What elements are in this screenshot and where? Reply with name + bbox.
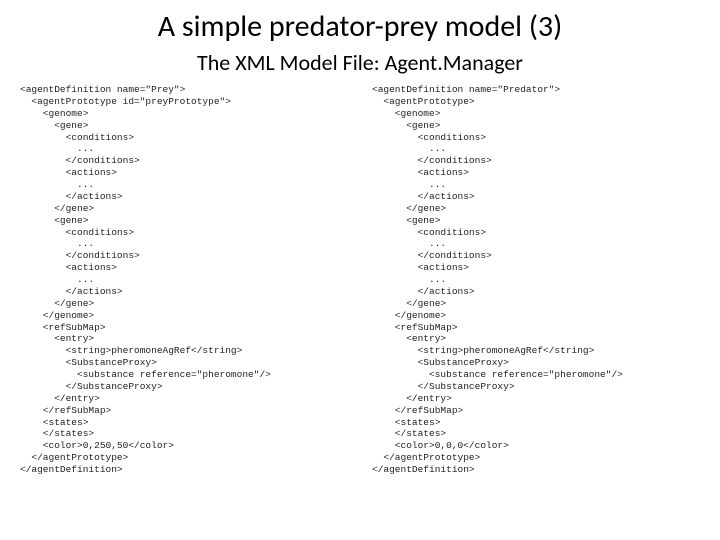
code-columns: <agentDefinition name="Prey"> <agentProt… [20, 84, 700, 476]
slide-title: A simple predator-prey model (3) [20, 8, 700, 45]
code-left: <agentDefinition name="Prey"> <agentProt… [20, 84, 348, 476]
slide-subtitle: The XML Model File: Agent.Manager [20, 49, 700, 76]
code-right: <agentDefinition name="Predator"> <agent… [372, 84, 700, 476]
